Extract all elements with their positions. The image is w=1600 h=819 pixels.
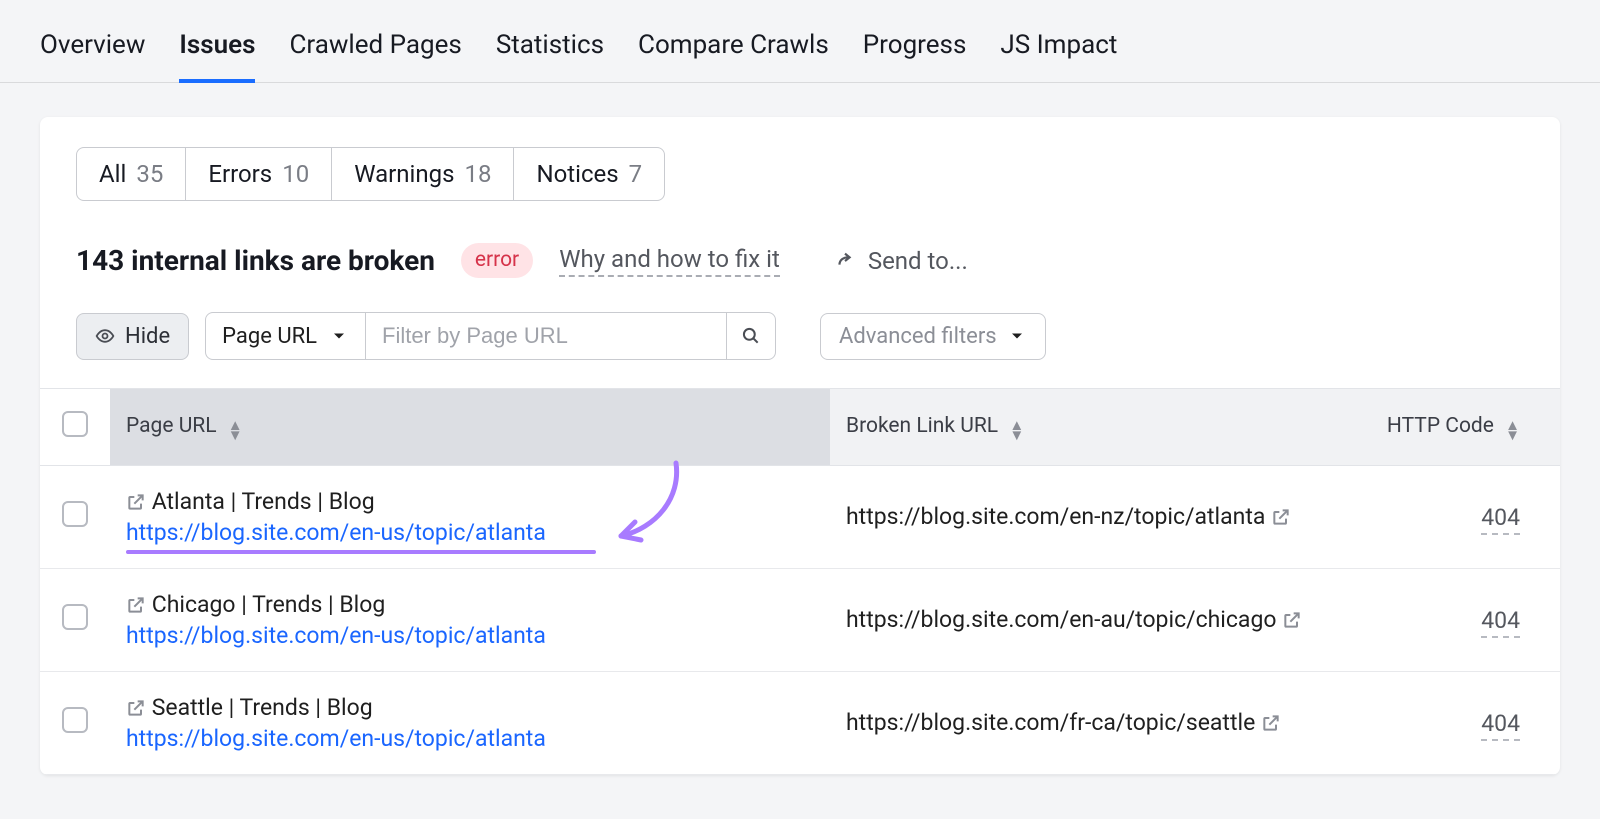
issue-title: 143 internal links are broken xyxy=(76,244,435,277)
filter-search-button[interactable] xyxy=(726,313,775,359)
seg-warnings-label: Warnings xyxy=(354,160,454,188)
external-link-icon xyxy=(1271,507,1291,527)
seg-warnings-count: 18 xyxy=(465,160,492,188)
sort-icon: ▲▼ xyxy=(1009,421,1024,440)
issues-table: Page URL ▲▼ Broken Link URL ▲▼ HTTP Code… xyxy=(40,388,1560,775)
row-checkbox[interactable] xyxy=(62,501,88,527)
page-url-link[interactable]: https://blog.site.com/en-us/topic/atlant… xyxy=(126,622,814,649)
sort-icon: ▲▼ xyxy=(228,421,243,440)
broken-url-cell: https://blog.site.com/fr-ca/topic/seattl… xyxy=(830,672,1330,775)
advanced-filters-label: Advanced filters xyxy=(839,324,997,349)
issues-card: All 35 Errors 10 Warnings 18 Notices 7 1… xyxy=(40,117,1560,775)
seg-notices-label: Notices xyxy=(536,160,618,188)
eye-icon xyxy=(95,326,115,346)
nav-issues[interactable]: Issues xyxy=(179,30,255,82)
broken-url-text: https://blog.site.com/fr-ca/topic/seattl… xyxy=(846,709,1255,736)
seg-errors-label: Errors xyxy=(208,160,272,188)
seg-all-count: 35 xyxy=(136,160,163,188)
col-broken-url-label: Broken Link URL xyxy=(846,414,998,438)
share-arrow-icon xyxy=(834,250,856,272)
nav-progress[interactable]: Progress xyxy=(863,30,967,82)
issue-filter-tabs: All 35 Errors 10 Warnings 18 Notices 7 xyxy=(76,147,665,201)
row-checkbox[interactable] xyxy=(62,604,88,630)
seg-warnings[interactable]: Warnings 18 xyxy=(332,148,514,200)
seg-all[interactable]: All 35 xyxy=(77,148,186,200)
url-filter-combo: Page URL xyxy=(205,312,776,360)
row-checkbox-cell xyxy=(40,672,110,775)
broken-url-text: https://blog.site.com/en-au/topic/chicag… xyxy=(846,606,1276,633)
http-code[interactable]: 404 xyxy=(1481,710,1520,741)
col-page-url-label: Page URL xyxy=(126,414,217,438)
page-url-cell: Seattle | Trends | Blog https://blog.sit… xyxy=(110,672,830,775)
nav-crawled-pages[interactable]: Crawled Pages xyxy=(289,30,461,82)
broken-url-cell: https://blog.site.com/en-au/topic/chicag… xyxy=(830,569,1330,672)
broken-url-cell: https://blog.site.com/en-nz/topic/atlant… xyxy=(830,466,1330,569)
filter-toolbar: Hide Page URL Advanced filters xyxy=(40,312,1560,388)
filter-field-label: Page URL xyxy=(222,324,317,349)
external-link-icon xyxy=(126,492,146,512)
http-code-cell: 404 xyxy=(1330,466,1560,569)
external-link-icon xyxy=(126,595,146,615)
table-row: Atlanta | Trends | Blog https://blog.sit… xyxy=(40,466,1560,569)
row-checkbox-cell xyxy=(40,569,110,672)
col-broken-url[interactable]: Broken Link URL ▲▼ xyxy=(830,389,1330,466)
col-select-all[interactable] xyxy=(40,389,110,466)
sort-icon: ▲▼ xyxy=(1505,421,1520,440)
table-row: Chicago | Trends | Blog https://blog.sit… xyxy=(40,569,1560,672)
seg-notices[interactable]: Notices 7 xyxy=(514,148,664,200)
seg-all-label: All xyxy=(99,160,126,188)
page-url-cell: Atlanta | Trends | Blog https://blog.sit… xyxy=(110,466,830,569)
row-checkbox[interactable] xyxy=(62,707,88,733)
page-url-link[interactable]: https://blog.site.com/en-us/topic/atlant… xyxy=(126,519,814,546)
http-code[interactable]: 404 xyxy=(1481,504,1520,535)
page-title: Chicago | Trends | Blog xyxy=(152,591,386,618)
send-to-label: Send to... xyxy=(868,247,968,275)
advanced-filters-button[interactable]: Advanced filters xyxy=(820,313,1046,360)
col-http-code-label: HTTP Code xyxy=(1387,414,1494,438)
row-checkbox-cell xyxy=(40,466,110,569)
select-all-checkbox[interactable] xyxy=(62,411,88,437)
nav-statistics[interactable]: Statistics xyxy=(496,30,604,82)
send-to-button[interactable]: Send to... xyxy=(834,247,968,275)
col-page-url[interactable]: Page URL ▲▼ xyxy=(110,389,830,466)
filter-field-select[interactable]: Page URL xyxy=(206,313,366,359)
external-link-icon xyxy=(1282,610,1302,630)
page-title: Seattle | Trends | Blog xyxy=(152,694,373,721)
broken-url-text: https://blog.site.com/en-nz/topic/atlant… xyxy=(846,503,1265,530)
col-http-code[interactable]: HTTP Code ▲▼ xyxy=(1330,389,1560,466)
table-row: Seattle | Trends | Blog https://blog.sit… xyxy=(40,672,1560,775)
nav-js-impact[interactable]: JS Impact xyxy=(1000,30,1117,82)
search-icon xyxy=(741,326,761,346)
filter-input[interactable] xyxy=(366,313,726,359)
nav-overview[interactable]: Overview xyxy=(40,30,145,82)
severity-badge: error xyxy=(461,243,533,278)
hide-label: Hide xyxy=(125,324,170,349)
seg-notices-count: 7 xyxy=(629,160,643,188)
seg-errors[interactable]: Errors 10 xyxy=(186,148,332,200)
external-link-icon xyxy=(1261,713,1281,733)
http-code-cell: 404 xyxy=(1330,569,1560,672)
http-code-cell: 404 xyxy=(1330,672,1560,775)
why-fix-link[interactable]: Why and how to fix it xyxy=(559,245,780,277)
hide-button[interactable]: Hide xyxy=(76,313,189,360)
chevron-down-icon xyxy=(1007,326,1027,346)
top-nav: Overview Issues Crawled Pages Statistics… xyxy=(0,0,1600,83)
page-url-cell: Chicago | Trends | Blog https://blog.sit… xyxy=(110,569,830,672)
page-url-link[interactable]: https://blog.site.com/en-us/topic/atlant… xyxy=(126,725,814,752)
external-link-icon xyxy=(126,698,146,718)
chevron-down-icon xyxy=(329,326,349,346)
page-title: Atlanta | Trends | Blog xyxy=(152,488,375,515)
http-code[interactable]: 404 xyxy=(1481,607,1520,638)
issue-heading-row: 143 internal links are broken error Why … xyxy=(40,243,1560,312)
nav-compare-crawls[interactable]: Compare Crawls xyxy=(638,30,829,82)
seg-errors-count: 10 xyxy=(282,160,309,188)
